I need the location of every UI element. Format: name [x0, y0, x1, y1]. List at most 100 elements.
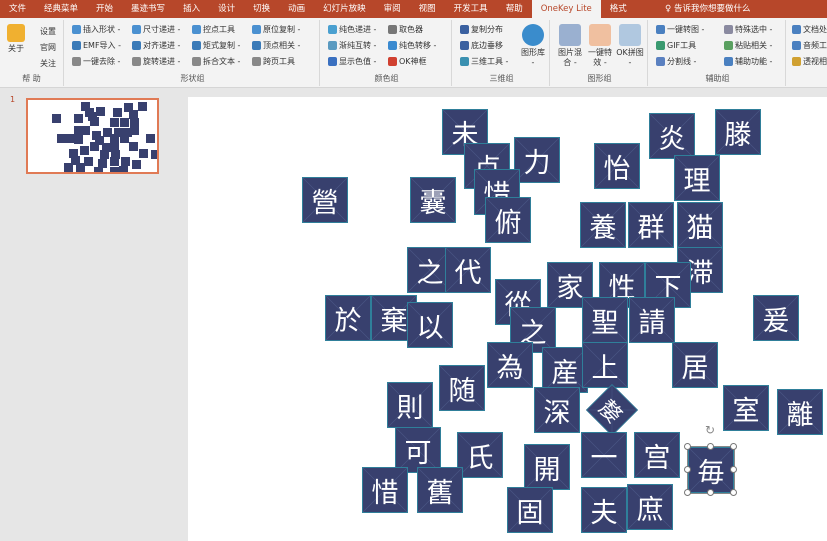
tab-11[interactable]: 开发工具 [445, 0, 497, 18]
assist-item-4[interactable]: 粘贴相关 - [724, 40, 772, 51]
character-tile[interactable]: 炎 [649, 113, 695, 159]
assist-item-5[interactable]: 辅助功能 - [724, 56, 772, 67]
character-tile[interactable]: 庶 [627, 484, 673, 530]
character-tile[interactable]: 代 [445, 247, 491, 293]
tab-4[interactable]: 插入 [174, 0, 209, 18]
shape-item-2[interactable]: 一键去除 - [72, 56, 120, 67]
tab-3[interactable]: 墨迹书写 [122, 0, 174, 18]
character-tile[interactable]: 俯 [485, 197, 531, 243]
shape-item-7[interactable]: 矩式复制 - [192, 40, 240, 51]
tab-14[interactable]: 格式 [601, 0, 636, 18]
image-big-button-2[interactable]: OK拼图 - [616, 24, 644, 68]
character-tile[interactable]: 一 [581, 432, 627, 478]
extra-item-1[interactable]: 音频工 [792, 40, 827, 51]
shape-item-8[interactable]: 拆合文本 - [192, 56, 240, 67]
character-tile[interactable]: 營 [302, 177, 348, 223]
character-tile[interactable]: 離 [777, 389, 823, 435]
tab-5[interactable]: 设计 [209, 0, 244, 18]
character-tile[interactable]: 滕 [715, 109, 761, 155]
tell-me-search[interactable]: ♀ 告诉我你想要做什么 [665, 0, 750, 18]
website-button[interactable]: 官网 [40, 42, 56, 53]
shape-item-6[interactable]: 控点工具 [192, 24, 235, 35]
shape-library-button[interactable]: 图形库 - [520, 24, 546, 68]
color-item-2[interactable]: 显示色值 - [328, 56, 376, 67]
character-tile[interactable]: 深 [534, 387, 580, 433]
slide-canvas[interactable]: 未炎滕力怡卢惜理營囊俯養群猫之代滞家性下從於棄以聖請爰之為産上居則随室離深嫠可氏… [188, 97, 827, 541]
character-tile[interactable]: 室 [723, 385, 769, 431]
tab-13[interactable]: OneKey Lite [531, 0, 601, 18]
character-tile[interactable]: 開 [524, 444, 570, 490]
tab-6[interactable]: 切换 [244, 0, 279, 18]
character-tile[interactable]: 聖 [582, 297, 628, 343]
character-tile[interactable]: 宫 [634, 432, 680, 478]
character-tile[interactable]: 爰 [753, 295, 799, 341]
shape-item-0[interactable]: 插入形状 - [72, 24, 120, 35]
resize-handle[interactable] [707, 443, 714, 450]
resize-handle[interactable] [730, 489, 737, 496]
tab-9[interactable]: 审阅 [375, 0, 410, 18]
color-item-4[interactable]: 纯色转移 - [388, 40, 436, 51]
assist-item-2[interactable]: 分割线 - [656, 56, 696, 67]
character-tile[interactable]: 於 [325, 295, 371, 341]
about-button[interactable]: 关于 [4, 24, 28, 54]
tab-7[interactable]: 动画 [279, 0, 314, 18]
character-tile[interactable]: 固 [507, 487, 553, 533]
character-tile[interactable]: 上 [582, 342, 628, 388]
assist-item-0[interactable]: 一键转图 - [656, 24, 704, 35]
image-big-button-1[interactable]: 一键特效 - [586, 24, 614, 68]
character-tile[interactable]: 猫 [677, 202, 723, 248]
3d-item-0[interactable]: 复制分布 [460, 24, 503, 35]
character-tile[interactable]: 為 [487, 342, 533, 388]
rotate-handle-icon[interactable]: ↻ [705, 423, 715, 437]
character-tile[interactable]: 以 [407, 302, 453, 348]
image-big-button-0[interactable]: 图片混合 - [556, 24, 584, 68]
shape-item-1[interactable]: EMF导入 - [72, 40, 121, 51]
character-tile[interactable]: 氏 [457, 432, 503, 478]
character-tile[interactable]: 理 [674, 155, 720, 201]
tab-12[interactable]: 帮助 [497, 0, 532, 18]
shape-item-11[interactable]: 跨页工具 [252, 56, 295, 67]
assist-item-3[interactable]: 特殊选中 - [724, 24, 772, 35]
shape-item-3[interactable]: 尺寸递进 - [132, 24, 180, 35]
character-tile[interactable]: 力 [514, 137, 560, 183]
character-tile[interactable]: 請 [629, 297, 675, 343]
character-tile[interactable]: 惜 [362, 467, 408, 513]
character-tile[interactable]: 随 [439, 365, 485, 411]
tab-8[interactable]: 幻灯片放映 [314, 0, 375, 18]
shape-item-10[interactable]: 顶点相关 - [252, 40, 300, 51]
resize-handle[interactable] [730, 443, 737, 450]
color-item-0[interactable]: 纯色递进 - [328, 24, 376, 35]
tab-10[interactable]: 视图 [410, 0, 445, 18]
character-tile[interactable]: 囊 [410, 177, 456, 223]
3d-item-1[interactable]: 底边垂移 [460, 40, 503, 51]
color-item-3[interactable]: 取色器 [388, 24, 423, 35]
extra-item-0[interactable]: 文档处 [792, 24, 827, 35]
character-tile[interactable]: 夫 [581, 487, 627, 533]
character-tile[interactable]: 舊 [417, 467, 463, 513]
follow-button[interactable]: 关注 [40, 58, 56, 69]
slide-thumbnail-1[interactable] [26, 98, 159, 174]
character-tile[interactable]: 則 [387, 382, 433, 428]
character-tile[interactable]: 嫠 [585, 383, 639, 437]
settings-button[interactable]: 设置 [40, 26, 56, 37]
shape-item-5[interactable]: 旋转递进 - [132, 56, 180, 67]
tab-0[interactable]: 文件 [0, 0, 35, 18]
character-tile[interactable]: 群 [628, 202, 674, 248]
color-item-5[interactable]: OK神框 [388, 56, 427, 67]
resize-handle[interactable] [730, 466, 737, 473]
3d-item-2[interactable]: 三维工具 - [460, 56, 508, 67]
resize-handle[interactable] [684, 466, 691, 473]
character-tile[interactable]: 毎 [687, 446, 735, 494]
color-item-1[interactable]: 渐纯互转 - [328, 40, 376, 51]
extra-item-2[interactable]: 透视相 [792, 56, 827, 67]
character-tile[interactable]: 居 [672, 342, 718, 388]
resize-handle[interactable] [707, 489, 714, 496]
tab-1[interactable]: 经典菜单 [35, 0, 87, 18]
tab-2[interactable]: 开始 [87, 0, 122, 18]
shape-item-9[interactable]: 原位复制 - [252, 24, 300, 35]
shape-item-4[interactable]: 对齐递进 - [132, 40, 180, 51]
assist-item-1[interactable]: GIF工具 [656, 40, 696, 51]
resize-handle[interactable] [684, 443, 691, 450]
character-tile[interactable]: 養 [580, 202, 626, 248]
resize-handle[interactable] [684, 489, 691, 496]
